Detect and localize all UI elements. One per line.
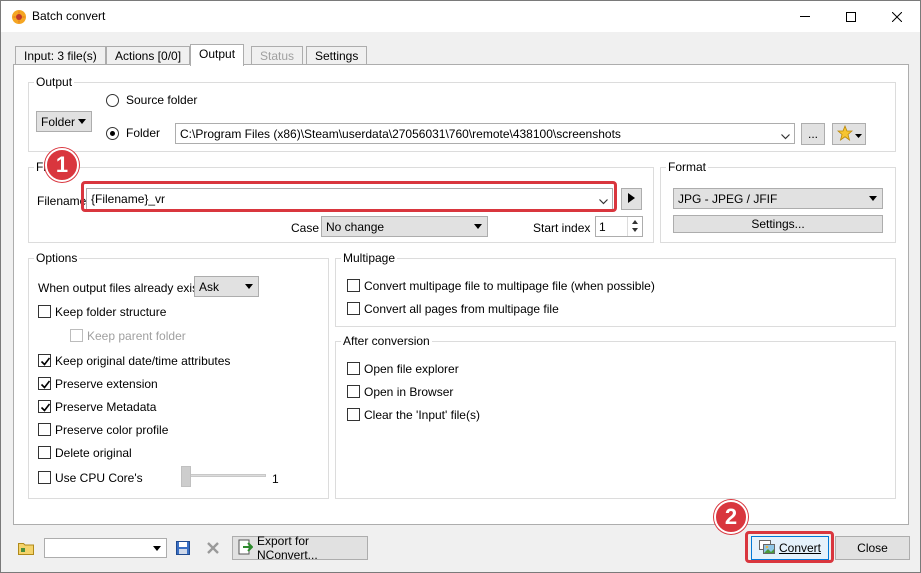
cpu-cores-slider-thumb[interactable] bbox=[181, 466, 191, 487]
case-dropdown[interactable]: No change bbox=[321, 216, 488, 237]
keep-original-date-label: Keep original date/time attributes bbox=[55, 354, 231, 368]
dropdown-arrow-icon bbox=[245, 284, 253, 289]
multipage-group-label: Multipage bbox=[341, 251, 398, 265]
window-title: Batch convert bbox=[32, 9, 106, 23]
dropdown-arrow-icon bbox=[474, 224, 482, 229]
preserve-color-profile-label: Preserve color profile bbox=[55, 423, 169, 437]
export-nconvert-button[interactable]: Export for NConvert... bbox=[232, 534, 368, 562]
preserve-extension-label: Preserve extension bbox=[55, 377, 158, 391]
keep-parent-folder-label: Keep parent folder bbox=[87, 329, 186, 343]
delete-preset-icon[interactable] bbox=[204, 539, 222, 557]
format-group-label: Format bbox=[666, 160, 709, 174]
keep-folder-structure-label: Keep folder structure bbox=[55, 305, 167, 319]
start-index-spinner[interactable]: 1 bbox=[595, 216, 643, 237]
folder-path-combobox[interactable]: C:\Program Files (x86)\Steam\userdata\27… bbox=[175, 123, 795, 144]
after-conversion-group-label: After conversion bbox=[341, 334, 432, 348]
format-dropdown[interactable]: JPG - JPEG / JFIF bbox=[673, 188, 883, 209]
cpu-cores-value: 1 bbox=[272, 472, 279, 486]
preserve-metadata-label: Preserve Metadata bbox=[55, 400, 157, 414]
checkmark-icon bbox=[40, 380, 51, 389]
convert-multipage-label: Convert multipage file to multipage file… bbox=[364, 279, 655, 293]
filename-label: Filename bbox=[37, 194, 87, 208]
step-marker-1: 1 bbox=[45, 148, 79, 182]
clear-input-label: Clear the 'Input' file(s) bbox=[364, 408, 480, 422]
when-exist-label: When output files already exist bbox=[38, 281, 202, 295]
batch-convert-window: Batch convert Input: 3 file(s) Actions [… bbox=[0, 0, 921, 573]
spinner-arrows-icon[interactable] bbox=[627, 217, 642, 236]
options-group: Options When output files already exist … bbox=[28, 251, 329, 499]
options-group-label: Options bbox=[34, 251, 80, 265]
filename-highlight-outline bbox=[81, 181, 617, 212]
convert-all-pages-checkbox[interactable] bbox=[347, 302, 360, 315]
after-conversion-group: After conversion Open file explorer Open… bbox=[335, 334, 896, 499]
keep-folder-structure-checkbox[interactable] bbox=[38, 305, 51, 318]
dropdown-arrow-icon bbox=[153, 546, 161, 551]
convert-multipage-checkbox[interactable] bbox=[347, 279, 360, 292]
convert-all-pages-label: Convert all pages from multipage file bbox=[364, 302, 559, 316]
chevron-down-icon bbox=[781, 129, 790, 140]
title-bar: Batch convert bbox=[1, 1, 920, 32]
output-group-label: Output bbox=[34, 75, 75, 89]
tab-actions[interactable]: Actions [0/0] bbox=[106, 46, 191, 66]
preserve-color-profile-checkbox[interactable] bbox=[38, 423, 51, 436]
close-window-button[interactable] bbox=[874, 1, 920, 32]
open-file-explorer-label: Open file explorer bbox=[364, 362, 459, 376]
cpu-cores-slider-track[interactable] bbox=[184, 474, 266, 477]
dropdown-arrow-icon bbox=[854, 127, 862, 141]
open-folder-icon[interactable] bbox=[17, 539, 35, 557]
tab-settings[interactable]: Settings bbox=[306, 46, 368, 66]
when-exist-dropdown[interactable]: Ask bbox=[194, 276, 259, 297]
dropdown-arrow-icon bbox=[869, 196, 877, 201]
destination-type-dropdown[interactable]: Folder bbox=[36, 111, 92, 132]
folder-radio[interactable] bbox=[106, 127, 119, 140]
minimize-button[interactable] bbox=[782, 1, 828, 32]
play-arrow-icon bbox=[628, 192, 635, 206]
keep-parent-folder-checkbox bbox=[70, 329, 83, 342]
checkmark-icon bbox=[40, 403, 51, 412]
preserve-extension-checkbox[interactable] bbox=[38, 377, 51, 390]
delete-original-label: Delete original bbox=[55, 446, 132, 460]
case-label: Case bbox=[291, 221, 320, 235]
checkmark-icon bbox=[40, 357, 51, 366]
format-group: Format JPG - JPEG / JFIF Settings... bbox=[660, 160, 896, 243]
use-cpu-cores-label: Use CPU Core's bbox=[55, 471, 143, 485]
preserve-metadata-checkbox[interactable] bbox=[38, 400, 51, 413]
format-settings-button[interactable]: Settings... bbox=[673, 215, 883, 233]
tab-input[interactable]: Input: 3 file(s) bbox=[15, 46, 106, 66]
open-file-explorer-checkbox[interactable] bbox=[347, 362, 360, 375]
delete-original-checkbox[interactable] bbox=[38, 446, 51, 459]
open-in-browser-label: Open in Browser bbox=[364, 385, 454, 399]
save-preset-icon[interactable] bbox=[174, 539, 192, 557]
start-index-label: Start index bbox=[533, 221, 591, 235]
output-tab-panel: Output Folder Source folder Folder C:\Pr… bbox=[13, 64, 909, 525]
folder-label: Folder bbox=[126, 126, 161, 140]
insert-variable-button[interactable] bbox=[621, 188, 642, 210]
xnview-app-icon bbox=[11, 9, 27, 25]
open-in-browser-checkbox[interactable] bbox=[347, 385, 360, 398]
dropdown-arrow-icon bbox=[78, 119, 86, 124]
preset-dropdown[interactable] bbox=[44, 538, 167, 558]
favorites-button[interactable] bbox=[832, 123, 866, 145]
tab-output[interactable]: Output bbox=[190, 44, 245, 66]
output-group: Output Folder Source folder Folder C:\Pr… bbox=[28, 75, 896, 152]
use-cpu-cores-checkbox[interactable] bbox=[38, 471, 51, 484]
close-button[interactable]: Close bbox=[835, 536, 910, 560]
convert-highlight-outline bbox=[745, 531, 834, 563]
browse-folder-button[interactable]: ... bbox=[801, 123, 825, 145]
source-folder-label: Source folder bbox=[126, 93, 198, 107]
star-icon bbox=[836, 124, 853, 144]
step-marker-2: 2 bbox=[714, 500, 748, 534]
maximize-button[interactable] bbox=[828, 1, 874, 32]
source-folder-radio[interactable] bbox=[106, 94, 119, 107]
clear-input-checkbox[interactable] bbox=[347, 408, 360, 421]
tab-status: Status bbox=[251, 46, 304, 66]
keep-original-date-checkbox[interactable] bbox=[38, 354, 51, 367]
export-icon bbox=[237, 539, 254, 558]
multipage-group: Multipage Convert multipage file to mult… bbox=[335, 251, 896, 327]
